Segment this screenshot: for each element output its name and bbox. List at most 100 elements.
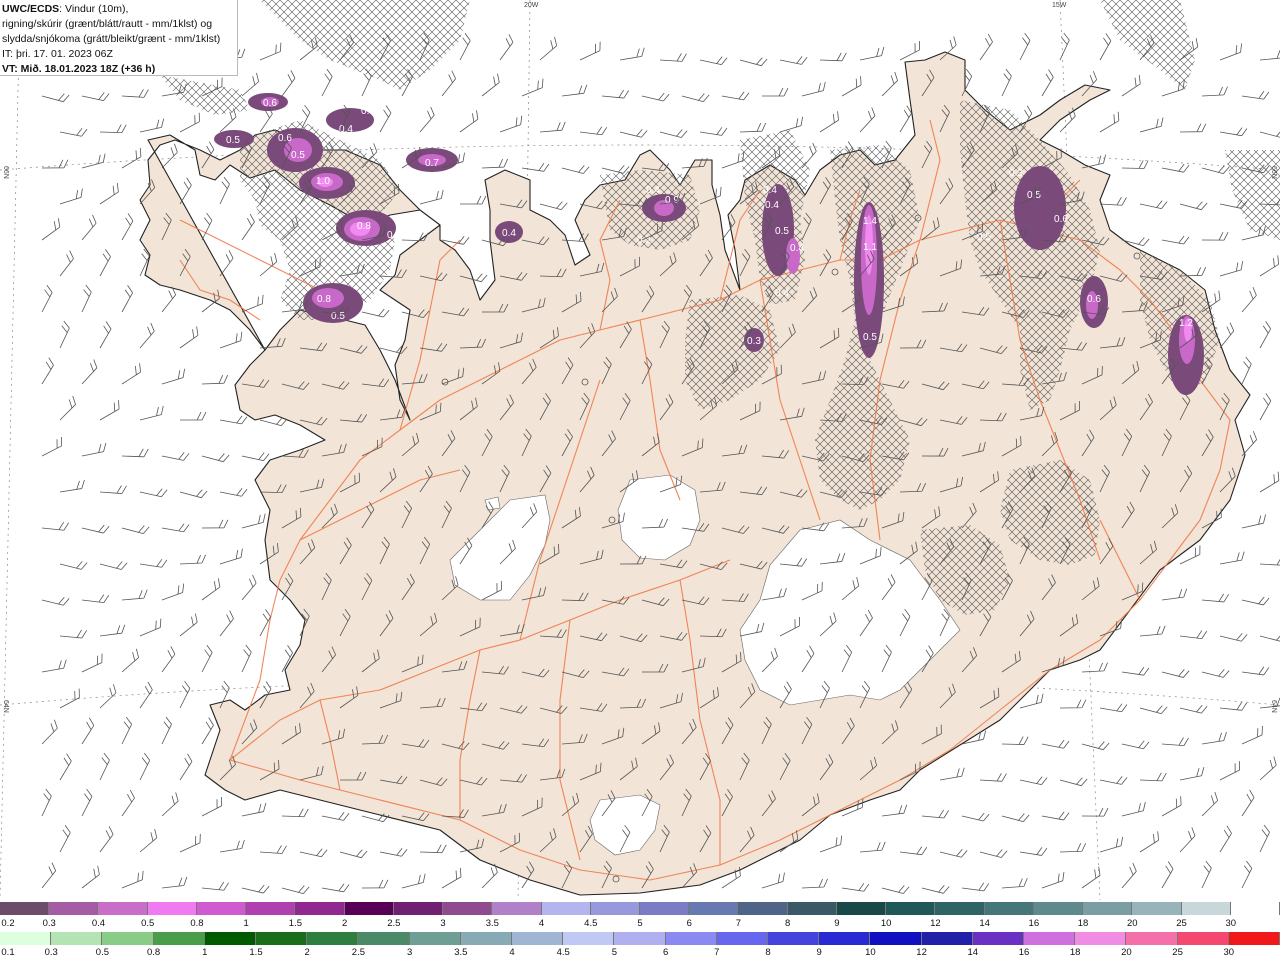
wind-barb — [1139, 200, 1168, 209]
wind-barb — [1081, 866, 1101, 889]
wind-barb — [179, 411, 207, 421]
colorbar-swatch — [1177, 932, 1229, 945]
colorbar-swatch — [541, 902, 591, 915]
wind-barb — [121, 525, 150, 534]
wind-barb — [1179, 766, 1205, 781]
colorbar-label: 18 — [1077, 918, 1089, 929]
wind-barb — [59, 561, 88, 570]
colorbar-swatch — [153, 932, 205, 945]
colorbar-swatch — [768, 932, 820, 945]
wind-barb — [81, 865, 100, 889]
initial-time: IT: þri. 17. 01. 2023 06Z — [2, 48, 113, 60]
wind-barb — [59, 479, 85, 493]
colorbar-label: 7 — [735, 918, 742, 929]
colorbar-label: 9 — [816, 947, 822, 958]
precip-label: 0.5 — [775, 226, 789, 237]
wind-barb — [259, 845, 287, 854]
wind-barb — [1219, 260, 1244, 277]
wind-barb — [59, 825, 71, 853]
wind-barb — [1241, 596, 1270, 606]
wind-barb — [899, 105, 912, 133]
wind-barb — [1201, 86, 1228, 97]
wind-barb — [219, 839, 245, 853]
wind-barb — [419, 106, 435, 133]
precip-label: 0.4 — [775, 288, 789, 299]
wind-barb — [121, 363, 141, 385]
colorbar-swatch — [870, 932, 922, 945]
wind-barb — [721, 91, 750, 101]
model-name: UWC/ECDS — [2, 3, 60, 15]
wind-barb — [1219, 702, 1248, 711]
precip-label: 1.4 — [863, 216, 877, 227]
precip-label: 0.5 — [291, 150, 305, 161]
wind-barb — [481, 158, 509, 169]
wind-barb — [881, 71, 898, 97]
wind-barb — [699, 127, 728, 136]
wind-barb — [579, 41, 601, 61]
precip-label: 0.7 — [387, 230, 401, 241]
wind-barb — [201, 519, 229, 529]
wind-barb — [1139, 117, 1164, 133]
wind-barb — [1219, 632, 1248, 642]
wind-barb — [1121, 740, 1150, 750]
colorbar-swatch — [246, 902, 296, 915]
wind-barb — [1241, 514, 1267, 529]
wind-barb — [161, 452, 190, 461]
wind-barb — [1059, 777, 1088, 787]
colorbar-label: 16 — [1018, 947, 1030, 958]
wind-barb — [81, 284, 92, 313]
wind-barb — [179, 833, 201, 853]
wind-barb — [1179, 704, 1208, 714]
wind-barb — [121, 213, 134, 241]
colorbar-label: 1 — [243, 918, 249, 929]
colorbar-swatch — [512, 932, 564, 945]
colorbar-swatch — [665, 932, 717, 945]
wind-barb — [1139, 831, 1159, 853]
colorbar-swatch — [614, 932, 666, 945]
wind-barb — [1241, 90, 1270, 100]
wind-barb — [1121, 862, 1137, 889]
colorbar-swatch — [0, 932, 52, 945]
wind-barb — [1041, 811, 1070, 821]
wind-barb — [1161, 737, 1189, 747]
wind-barb — [441, 236, 470, 245]
colorbar-swatch — [1132, 902, 1182, 915]
wind-barb — [579, 126, 608, 136]
wind-barb — [1201, 669, 1230, 678]
wind-barb — [1059, 699, 1087, 709]
wind-barb — [499, 34, 514, 61]
wind-barb — [1139, 625, 1166, 637]
wind-barb — [1201, 165, 1230, 175]
wind-barb — [699, 56, 728, 66]
wind-barb — [179, 326, 199, 349]
colorbar-swatch — [738, 902, 788, 915]
wind-barb — [99, 485, 127, 494]
wind-barb — [361, 308, 390, 318]
rain-colorbar-labels: 0.1 0.3 0.5 0.8 1 1.5 2 2.5 3 3.5 4 4.5 5 6 7 8 9 10 12 14 1… — [0, 947, 1280, 959]
wind-barb — [1041, 871, 1065, 889]
colorbar-label: 20 — [1127, 918, 1138, 929]
wind-barb — [1081, 807, 1109, 817]
wind-barb — [201, 578, 221, 601]
wind-barb — [441, 867, 462, 889]
wind-barb — [1219, 761, 1241, 781]
wind-barb — [139, 681, 153, 709]
wind-barb — [81, 594, 110, 604]
wind-barb — [179, 680, 191, 709]
colorbar-swatch — [1075, 932, 1127, 945]
wind-barb — [41, 93, 70, 103]
wind-barb — [99, 124, 127, 133]
snow-colorbar-labels: 0.2 0.3 0.4 0.5 0.8 1 1.5 2 2.5 3 3.5 4 4.5 5 6 7 8 9 10 12… — [0, 918, 1280, 930]
wind-barb — [219, 487, 248, 497]
wind-barb — [59, 320, 70, 349]
wind-barb — [1001, 813, 1030, 823]
colorbar-swatch — [921, 932, 973, 945]
wind-barb — [179, 489, 208, 499]
wind-barb — [1201, 732, 1227, 745]
precip-label: 0.3 — [1009, 168, 1023, 179]
wind-barb — [1121, 160, 1149, 169]
wind-barb — [121, 448, 149, 458]
wind-barb — [161, 286, 177, 313]
wind-barb — [779, 56, 808, 65]
wind-barb — [1099, 776, 1128, 785]
